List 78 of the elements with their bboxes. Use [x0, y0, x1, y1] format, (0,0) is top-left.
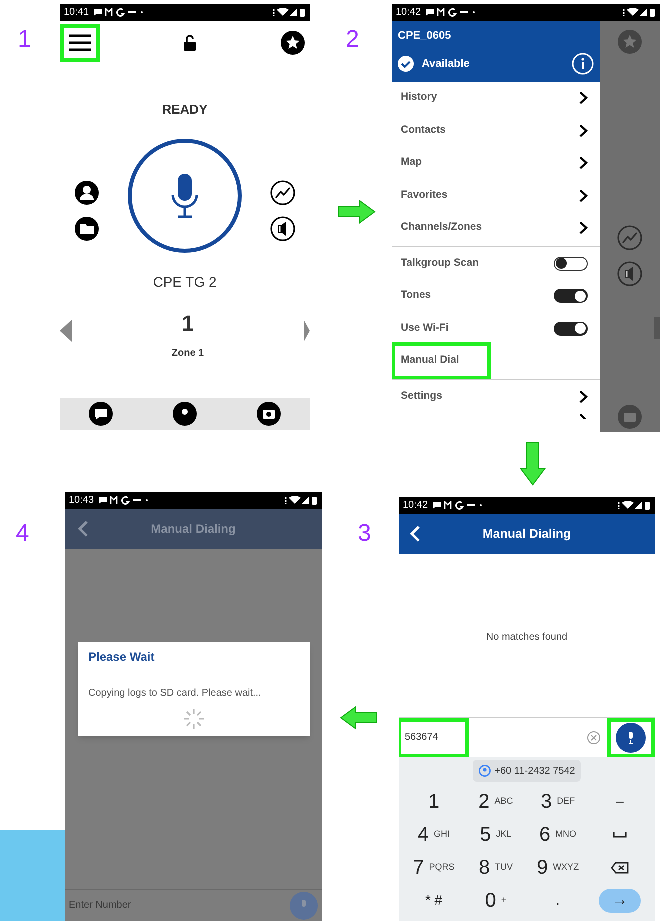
folder-icon	[74, 216, 100, 242]
info-icon[interactable]	[572, 52, 594, 75]
contact-suggestion-chip[interactable]: +60 11-2432 7542	[472, 760, 582, 782]
person-circle-icon	[478, 765, 491, 777]
toggle-switch[interactable]	[554, 256, 588, 271]
unlocked-padlock-icon	[184, 35, 196, 51]
step-number: 1	[18, 28, 32, 52]
keyboard-key[interactable]: * #	[403, 884, 465, 917]
triangle-left-icon	[60, 320, 72, 342]
menu-item-label[interactable]: Use Wi-Fi	[401, 320, 449, 337]
keyboard-key[interactable]: 1	[403, 785, 465, 818]
microphone-icon	[627, 732, 635, 744]
speaker-icon	[270, 216, 296, 242]
step-number: 2	[346, 28, 360, 52]
menu-item-label[interactable]: Talkgroup Scan	[401, 256, 479, 272]
keyboard-key[interactable]: 6 MNO	[527, 818, 589, 851]
user-name: CPE_0605	[398, 29, 452, 44]
status-time: 10:43	[69, 496, 94, 506]
keyboard-key[interactable]: –	[589, 785, 651, 818]
system-icons-drawing	[617, 501, 651, 510]
dialog-message: Copying logs to SD card. Please wait...	[88, 687, 262, 701]
enter-key[interactable]: →	[599, 888, 641, 912]
person-icon	[74, 180, 100, 206]
keyboard-key[interactable]: 3 DEF	[527, 785, 589, 818]
talkgroup-name: CPE TG 2	[153, 272, 217, 292]
arrow-down-icon	[520, 442, 546, 486]
menu-item-label[interactable]: Contacts	[401, 122, 446, 139]
loading-spinner-icon	[182, 707, 206, 731]
keyboard-key[interactable]: 2 ABC	[465, 785, 527, 818]
microphone-icon	[170, 173, 200, 219]
clear-icon[interactable]	[587, 730, 601, 744]
step-number: 4	[16, 522, 30, 546]
system-icons-drawing	[284, 496, 318, 505]
system-icons-drawing	[272, 8, 306, 17]
backspace-icon[interactable]	[611, 862, 629, 874]
status-text: READY	[162, 100, 208, 118]
zone-name: Zone 1	[172, 347, 204, 361]
chat-bubble-icon	[88, 401, 114, 427]
status-time: 10:42	[396, 8, 422, 18]
status-time: 10:41	[64, 8, 90, 18]
keyboard-key[interactable]: 5 JKL	[465, 818, 527, 851]
menu-item-label[interactable]: Channels/Zones	[401, 220, 482, 236]
screen-title: Manual Dialing	[482, 526, 572, 543]
toggle-switch[interactable]	[554, 289, 588, 304]
empty-message: No matches found	[486, 631, 568, 645]
menu-item-label[interactable]: Manual Dial	[392, 342, 491, 380]
presence-status: Available	[422, 56, 470, 72]
step-number: 3	[358, 522, 372, 546]
status-time: 10:42	[403, 500, 428, 510]
system-icons-drawing	[622, 8, 656, 17]
keyboard-key[interactable]: 9 WXYZ	[527, 851, 589, 884]
menu-item-label[interactable]: Favorites	[401, 188, 448, 204]
arrow-right-icon	[338, 200, 376, 224]
notification-icons-drawing	[98, 496, 150, 505]
channel-number: 1	[182, 310, 194, 338]
notification-icons-drawing	[93, 8, 146, 17]
speaker-icon	[617, 261, 643, 287]
menu-item-label[interactable]: History	[401, 90, 438, 106]
keyboard-key[interactable]: .	[527, 884, 589, 917]
menu-button[interactable]	[60, 24, 100, 62]
notification-icons-drawing	[432, 501, 484, 510]
menu-item-label[interactable]: Tones	[401, 288, 432, 304]
dialog-title: Please Wait	[88, 649, 156, 666]
call-button[interactable]	[607, 718, 655, 758]
toggle-switch[interactable]	[554, 322, 588, 336]
menu-icon	[68, 34, 92, 52]
screen-title: Manual Dialing	[150, 521, 237, 538]
keyboard-key[interactable]: 0 +	[465, 884, 527, 917]
menu-item-label[interactable]: Map	[401, 155, 422, 172]
check-circle-icon	[398, 56, 414, 72]
keyboard-key[interactable]: 7 PQRS	[403, 851, 465, 884]
notification-icons-drawing	[425, 8, 478, 17]
arrow-left-icon	[340, 706, 378, 730]
space-key-icon[interactable]	[613, 832, 627, 838]
keyboard-key[interactable]: 8 TUV	[465, 851, 527, 884]
menu-item-label[interactable]: Settings	[401, 388, 442, 405]
keyboard-key[interactable]: 4 GHI	[403, 818, 465, 851]
number-input-field[interactable]: Enter Number	[69, 892, 286, 918]
